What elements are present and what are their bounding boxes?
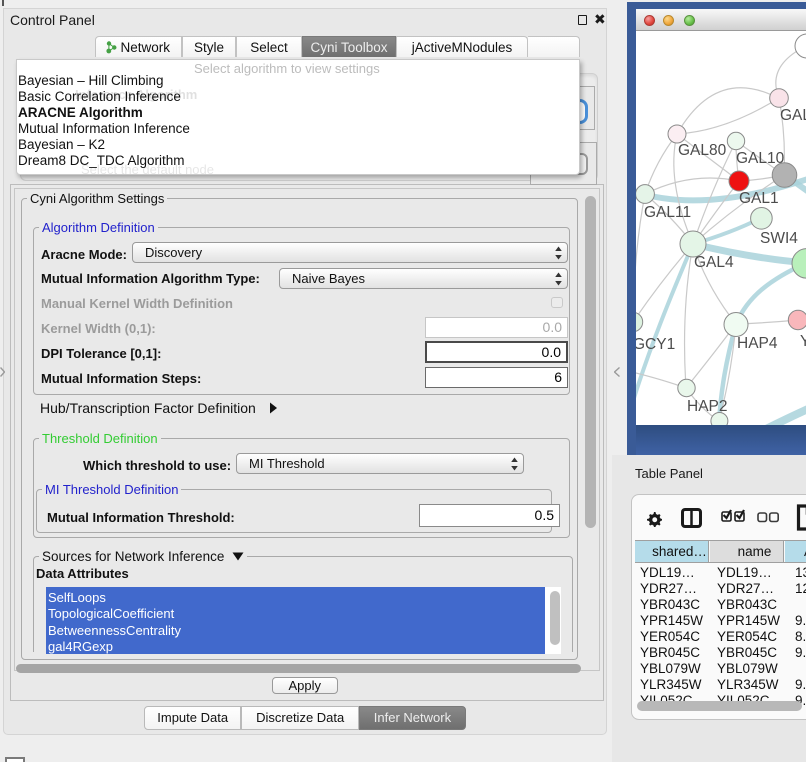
svg-text:GAL4: GAL4 [694, 254, 734, 271]
svg-text:GAL11: GAL11 [644, 204, 691, 221]
svg-text:SWI4: SWI4 [760, 230, 798, 247]
svg-text:GAL80: GAL80 [678, 142, 727, 159]
svg-text:HAP2: HAP2 [687, 398, 728, 415]
svg-text:GCY1: GCY1 [636, 336, 675, 353]
svg-text:GAL7: GAL7 [780, 107, 806, 124]
svg-text:Y: Y [800, 333, 806, 350]
svg-text:GAL10: GAL10 [736, 150, 785, 167]
svg-text:HAP4: HAP4 [737, 335, 778, 352]
svg-text:GAL1: GAL1 [739, 190, 779, 207]
